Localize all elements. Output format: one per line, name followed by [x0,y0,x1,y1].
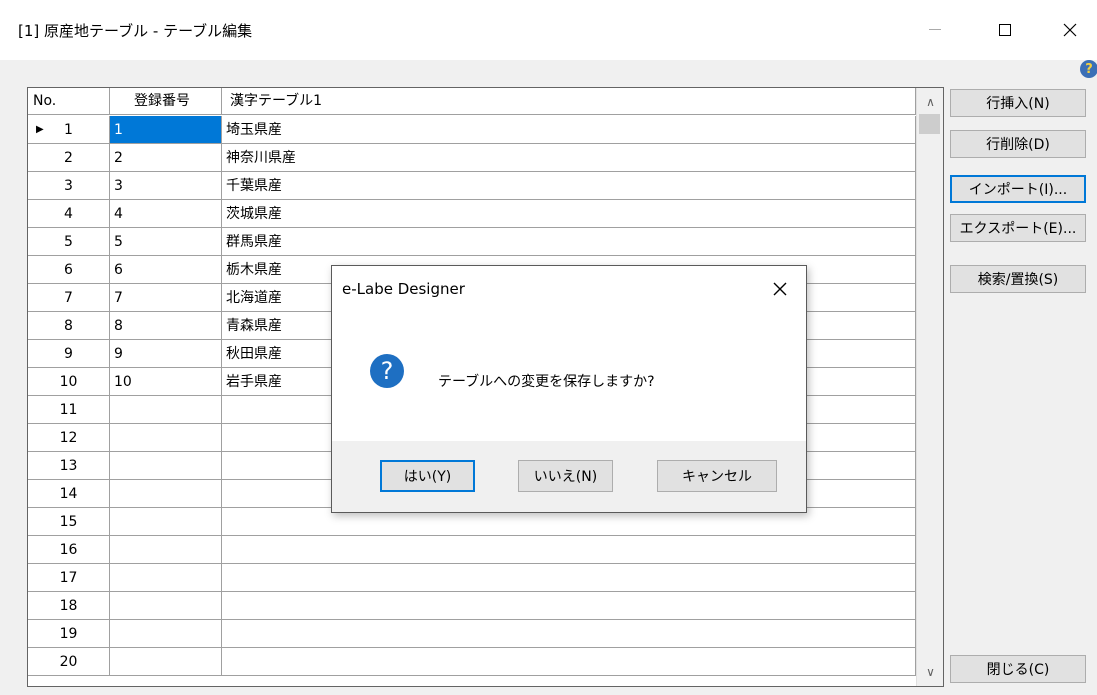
table-row[interactable]: ▶ 1 1 埼玉県産 [28,116,916,144]
dialog-message: テーブルへの変更を保存しますか? [438,374,655,390]
row-number-cell[interactable]: 5 [28,228,110,256]
reg-number-cell[interactable]: 9 [110,340,222,368]
row-number-cell[interactable]: 2 [28,144,110,172]
reg-number-cell[interactable] [110,480,222,508]
grid-header: No. 登録番号 漢字テーブル1 [28,88,916,116]
kanji-table-cell[interactable] [222,648,916,676]
scroll-down-icon[interactable]: ∨ [917,660,943,684]
minimize-icon [929,29,941,30]
kanji-table-cell[interactable]: 茨城県産 [222,200,916,228]
row-number-cell[interactable]: 16 [28,536,110,564]
dialog-close-button[interactable] [762,272,798,306]
row-number-cell[interactable]: 11 [28,396,110,424]
reg-number-cell[interactable] [110,620,222,648]
reg-number-cell[interactable] [110,592,222,620]
close-icon [1063,23,1077,37]
row-number-cell[interactable]: 8 [28,312,110,340]
row-number-cell[interactable]: 14 [28,480,110,508]
reg-number-cell[interactable] [110,396,222,424]
reg-number-cell[interactable]: 7 [110,284,222,312]
table-row[interactable]: 16 [28,536,916,564]
kanji-table-cell[interactable] [222,564,916,592]
row-number-cell[interactable]: 7 [28,284,110,312]
scroll-up-icon[interactable]: ∧ [917,90,943,114]
maximize-icon [999,24,1011,36]
reg-number-cell[interactable] [110,508,222,536]
row-number-cell[interactable]: 4 [28,200,110,228]
row-number-cell[interactable]: 20 [28,648,110,676]
row-number-cell[interactable]: 12 [28,424,110,452]
row-number-cell[interactable]: 15 [28,508,110,536]
minimize-button[interactable] [915,10,955,50]
column-header-reg-number[interactable]: 登録番号 [110,88,222,115]
row-number-cell[interactable]: 13 [28,452,110,480]
delete-row-button[interactable]: 行削除(D) [950,130,1086,158]
vertical-scrollbar[interactable]: ∧ ∨ [916,88,943,686]
import-button[interactable]: インポート(I)... [950,175,1086,203]
insert-row-button[interactable]: 行挿入(N) [950,89,1086,117]
table-row[interactable]: 2 2 神奈川県産 [28,144,916,172]
reg-number-cell[interactable]: 2 [110,144,222,172]
row-number-cell[interactable]: 3 [28,172,110,200]
column-header-no[interactable]: No. [28,88,110,115]
row-number-cell[interactable]: 17 [28,564,110,592]
table-row[interactable]: 4 4 茨城県産 [28,200,916,228]
reg-number-cell[interactable] [110,424,222,452]
reg-number-cell[interactable]: 1 [110,116,222,144]
reg-number-cell[interactable]: 4 [110,200,222,228]
table-row[interactable]: 3 3 千葉県産 [28,172,916,200]
dialog-title: e-Labe Designer [342,280,465,298]
no-button[interactable]: いいえ(N) [518,460,613,492]
reg-number-cell[interactable]: 5 [110,228,222,256]
export-button[interactable]: エクスポート(E)... [950,214,1086,242]
close-window-button[interactable]: 閉じる(C) [950,655,1086,683]
cancel-button[interactable]: キャンセル [657,460,777,492]
kanji-table-cell[interactable] [222,592,916,620]
question-icon: ? [370,354,404,388]
reg-number-cell[interactable]: 6 [110,256,222,284]
row-number-cell[interactable]: 19 [28,620,110,648]
column-header-kanji-table[interactable]: 漢字テーブル1 [222,88,916,115]
yes-button[interactable]: はい(Y) [380,460,475,492]
save-confirm-dialog: e-Labe Designer ? テーブルへの変更を保存しますか? はい(Y)… [331,265,807,513]
reg-number-cell[interactable] [110,564,222,592]
row-number-cell[interactable]: 6 [28,256,110,284]
table-row[interactable]: 20 [28,648,916,676]
close-button[interactable] [1050,10,1090,50]
kanji-table-cell[interactable]: 埼玉県産 [222,116,916,144]
reg-number-cell[interactable]: 3 [110,172,222,200]
kanji-table-cell[interactable] [222,620,916,648]
close-icon [773,282,787,296]
table-row[interactable]: 17 [28,564,916,592]
window-titlebar: [1] 原産地テーブル - テーブル編集 [0,0,1097,60]
kanji-table-cell[interactable]: 群馬県産 [222,228,916,256]
reg-number-cell[interactable] [110,536,222,564]
row-number-cell[interactable]: 10 [28,368,110,396]
reg-number-cell[interactable]: 10 [110,368,222,396]
kanji-table-cell[interactable]: 神奈川県産 [222,144,916,172]
window-title: [1] 原産地テーブル - テーブル編集 [18,22,253,40]
kanji-table-cell[interactable] [222,536,916,564]
reg-number-cell[interactable] [110,452,222,480]
table-row[interactable]: 19 [28,620,916,648]
reg-number-cell[interactable] [110,648,222,676]
row-number-cell[interactable]: 9 [28,340,110,368]
maximize-button[interactable] [985,10,1025,50]
search-replace-button[interactable]: 検索/置換(S) [950,265,1086,293]
row-number-cell[interactable]: 18 [28,592,110,620]
table-row[interactable]: 18 [28,592,916,620]
scroll-thumb[interactable] [919,114,940,134]
kanji-table-cell[interactable]: 千葉県産 [222,172,916,200]
row-number-cell[interactable]: 1 [28,116,110,144]
table-row[interactable]: 5 5 群馬県産 [28,228,916,256]
help-icon[interactable]: ? [1080,60,1097,78]
reg-number-cell[interactable]: 8 [110,312,222,340]
